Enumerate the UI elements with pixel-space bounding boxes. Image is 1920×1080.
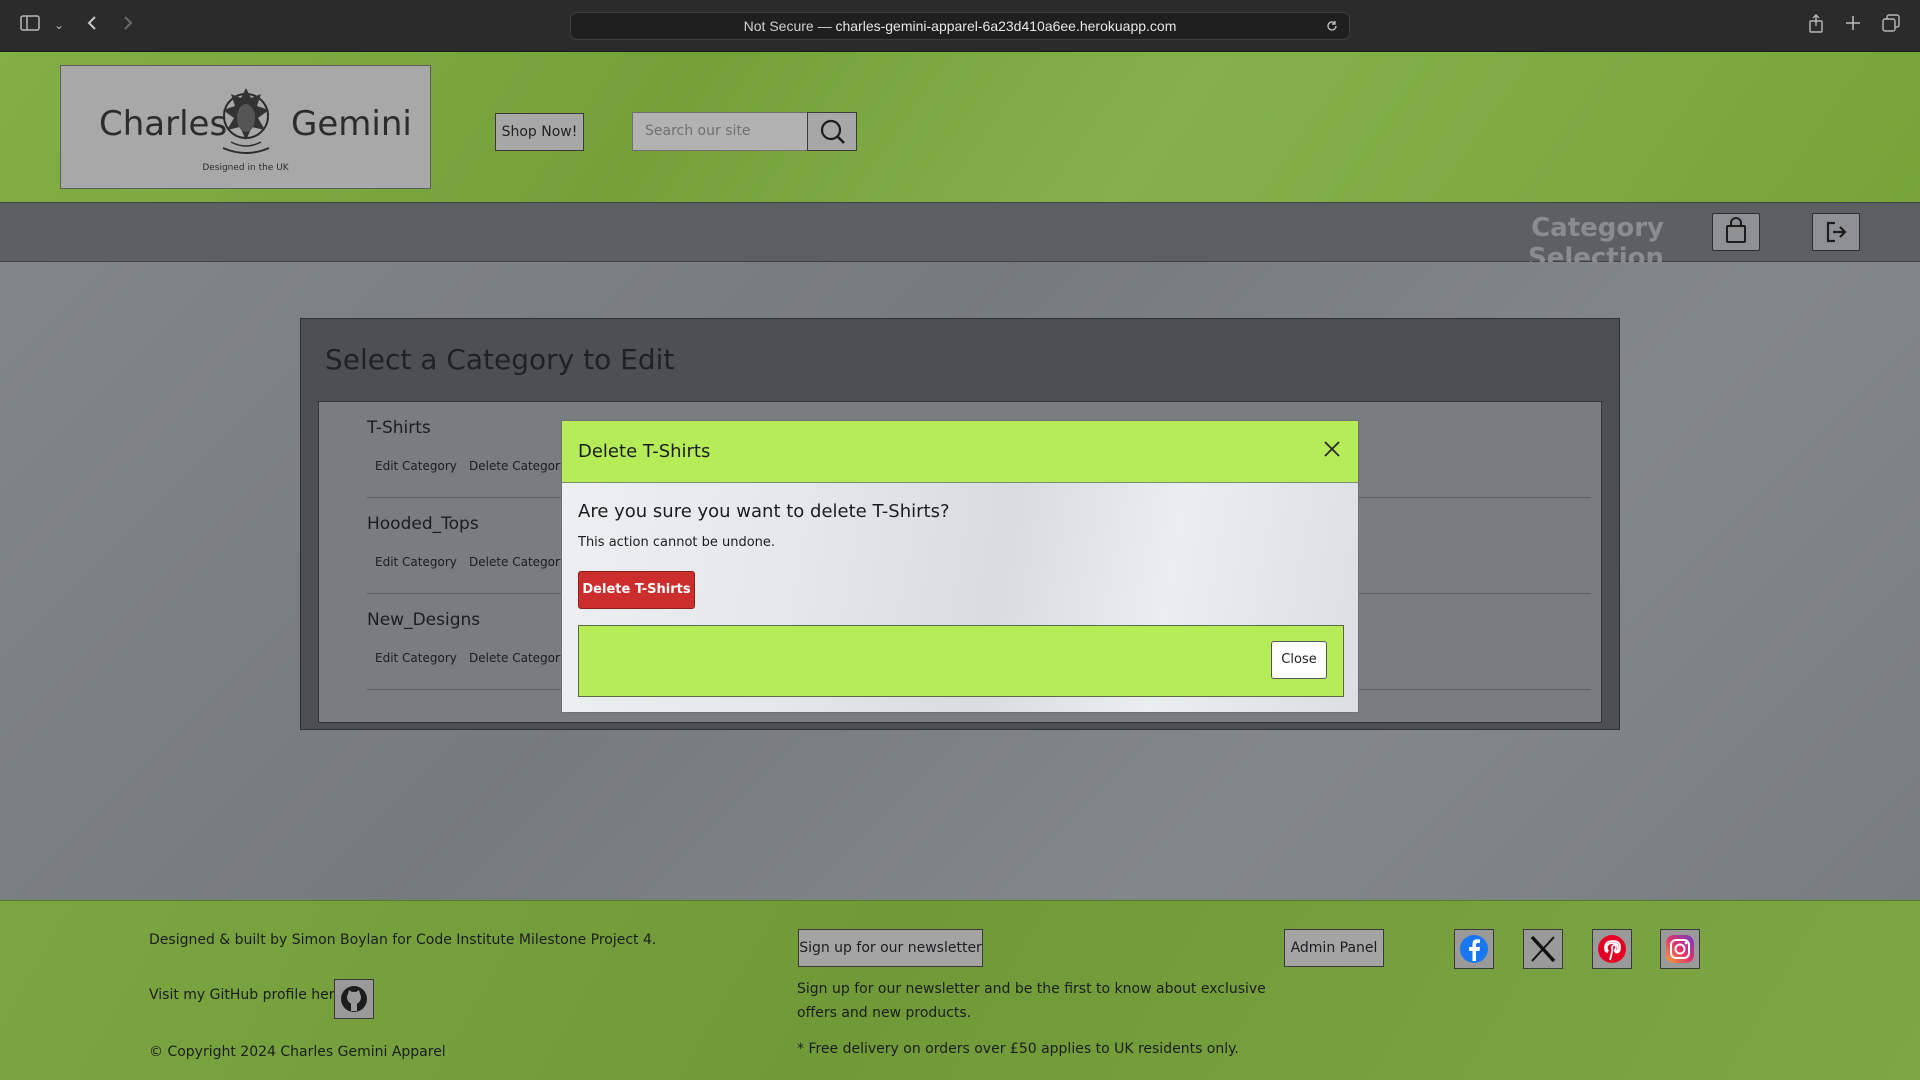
github-text: Visit my GitHub profile here: bbox=[149, 987, 348, 1003]
shopping-bag-icon bbox=[1726, 217, 1746, 243]
delete-category-link[interactable]: Delete Category bbox=[469, 555, 567, 569]
not-secure-label: Not Secure — bbox=[743, 18, 832, 34]
panel-title: Select a Category to Edit bbox=[325, 343, 675, 376]
logout-button[interactable] bbox=[1812, 213, 1860, 251]
x-link[interactable] bbox=[1523, 929, 1563, 969]
warning-note: This action cannot be undone. bbox=[578, 535, 776, 550]
site-logo[interactable]: Charles Gemini Designed in the UK bbox=[60, 65, 431, 189]
shop-now-button[interactable]: Shop Now! bbox=[495, 113, 584, 151]
close-button[interactable]: Close bbox=[1271, 641, 1327, 679]
pinterest-icon bbox=[1598, 935, 1626, 963]
pinterest-link[interactable] bbox=[1592, 929, 1632, 969]
facebook-link[interactable] bbox=[1454, 929, 1494, 969]
logo-tagline: Designed in the UK bbox=[202, 163, 289, 173]
category-name: T-Shirts bbox=[367, 418, 431, 438]
category-nav-bar: Category Selection bbox=[0, 202, 1920, 273]
newsletter-button[interactable]: Sign up for our newsletter bbox=[798, 929, 983, 967]
newsletter-text: Sign up for our newsletter and be the fi… bbox=[797, 981, 1266, 1021]
github-icon bbox=[341, 986, 367, 1012]
back-icon[interactable] bbox=[86, 14, 98, 38]
instagram-icon bbox=[1666, 935, 1694, 963]
new-tab-icon[interactable] bbox=[1845, 14, 1861, 38]
category-name: Hooded_Tops bbox=[367, 514, 479, 534]
basket-button[interactable] bbox=[1712, 213, 1760, 251]
delivery-text: * Free delivery on orders over £50 appli… bbox=[797, 1041, 1239, 1057]
address-bar[interactable]: Not Secure — charles-gemini-apparel-6a23… bbox=[570, 12, 1350, 40]
modal-footer: Close bbox=[578, 625, 1344, 697]
delete-category-link[interactable]: Delete Category bbox=[469, 459, 567, 473]
crest-icon bbox=[222, 88, 270, 154]
confirm-delete-button[interactable]: Delete T-Shirts bbox=[578, 571, 695, 609]
modal-header: Delete T-Shirts bbox=[562, 421, 1358, 483]
url-text: charles-gemini-apparel-6a23d410a6ee.hero… bbox=[835, 18, 1177, 34]
instagram-link[interactable] bbox=[1660, 929, 1700, 969]
forward-icon[interactable] bbox=[122, 14, 134, 38]
logo-word-left: Charles bbox=[99, 104, 228, 144]
tabs-icon[interactable] bbox=[1882, 14, 1900, 38]
browser-toolbar: ⌄ Not Secure — charles-gemini-apparel-6a… bbox=[0, 0, 1920, 52]
chevron-down-icon[interactable]: ⌄ bbox=[54, 14, 64, 36]
delete-category-link[interactable]: Delete Category bbox=[469, 651, 567, 665]
confirm-question: Are you sure you want to delete T-Shirts… bbox=[578, 501, 950, 522]
search-input[interactable]: Search our site bbox=[632, 112, 808, 151]
search-icon bbox=[820, 119, 845, 144]
github-link[interactable] bbox=[334, 979, 374, 1019]
reload-icon[interactable] bbox=[1325, 13, 1339, 47]
share-icon[interactable] bbox=[1808, 14, 1824, 40]
logo-word-right: Gemini bbox=[291, 104, 412, 144]
modal-title: Delete T-Shirts bbox=[578, 441, 711, 462]
admin-panel-button[interactable]: Admin Panel bbox=[1284, 929, 1384, 967]
facebook-icon bbox=[1460, 935, 1488, 963]
credit-text: Designed & built by Simon Boylan for Cod… bbox=[149, 932, 657, 948]
sidebar-icon[interactable] bbox=[20, 14, 40, 38]
edit-category-link[interactable]: Edit Category bbox=[375, 459, 457, 473]
copyright-text: © Copyright 2024 Charles Gemini Apparel bbox=[149, 1044, 446, 1060]
site-footer: Designed & built by Simon Boylan for Cod… bbox=[0, 900, 1920, 1080]
category-name: New_Designs bbox=[367, 610, 481, 630]
x-icon bbox=[1530, 935, 1556, 963]
search-button[interactable] bbox=[807, 112, 857, 151]
close-icon[interactable] bbox=[1320, 437, 1344, 461]
site-header: Charles Gemini Designed in the UK Shop N… bbox=[0, 52, 1920, 202]
edit-category-link[interactable]: Edit Category bbox=[375, 555, 457, 569]
edit-category-link[interactable]: Edit Category bbox=[375, 651, 457, 665]
logout-icon bbox=[1826, 221, 1847, 243]
delete-modal: Delete T-Shirts Are you sure you want to… bbox=[561, 420, 1359, 713]
